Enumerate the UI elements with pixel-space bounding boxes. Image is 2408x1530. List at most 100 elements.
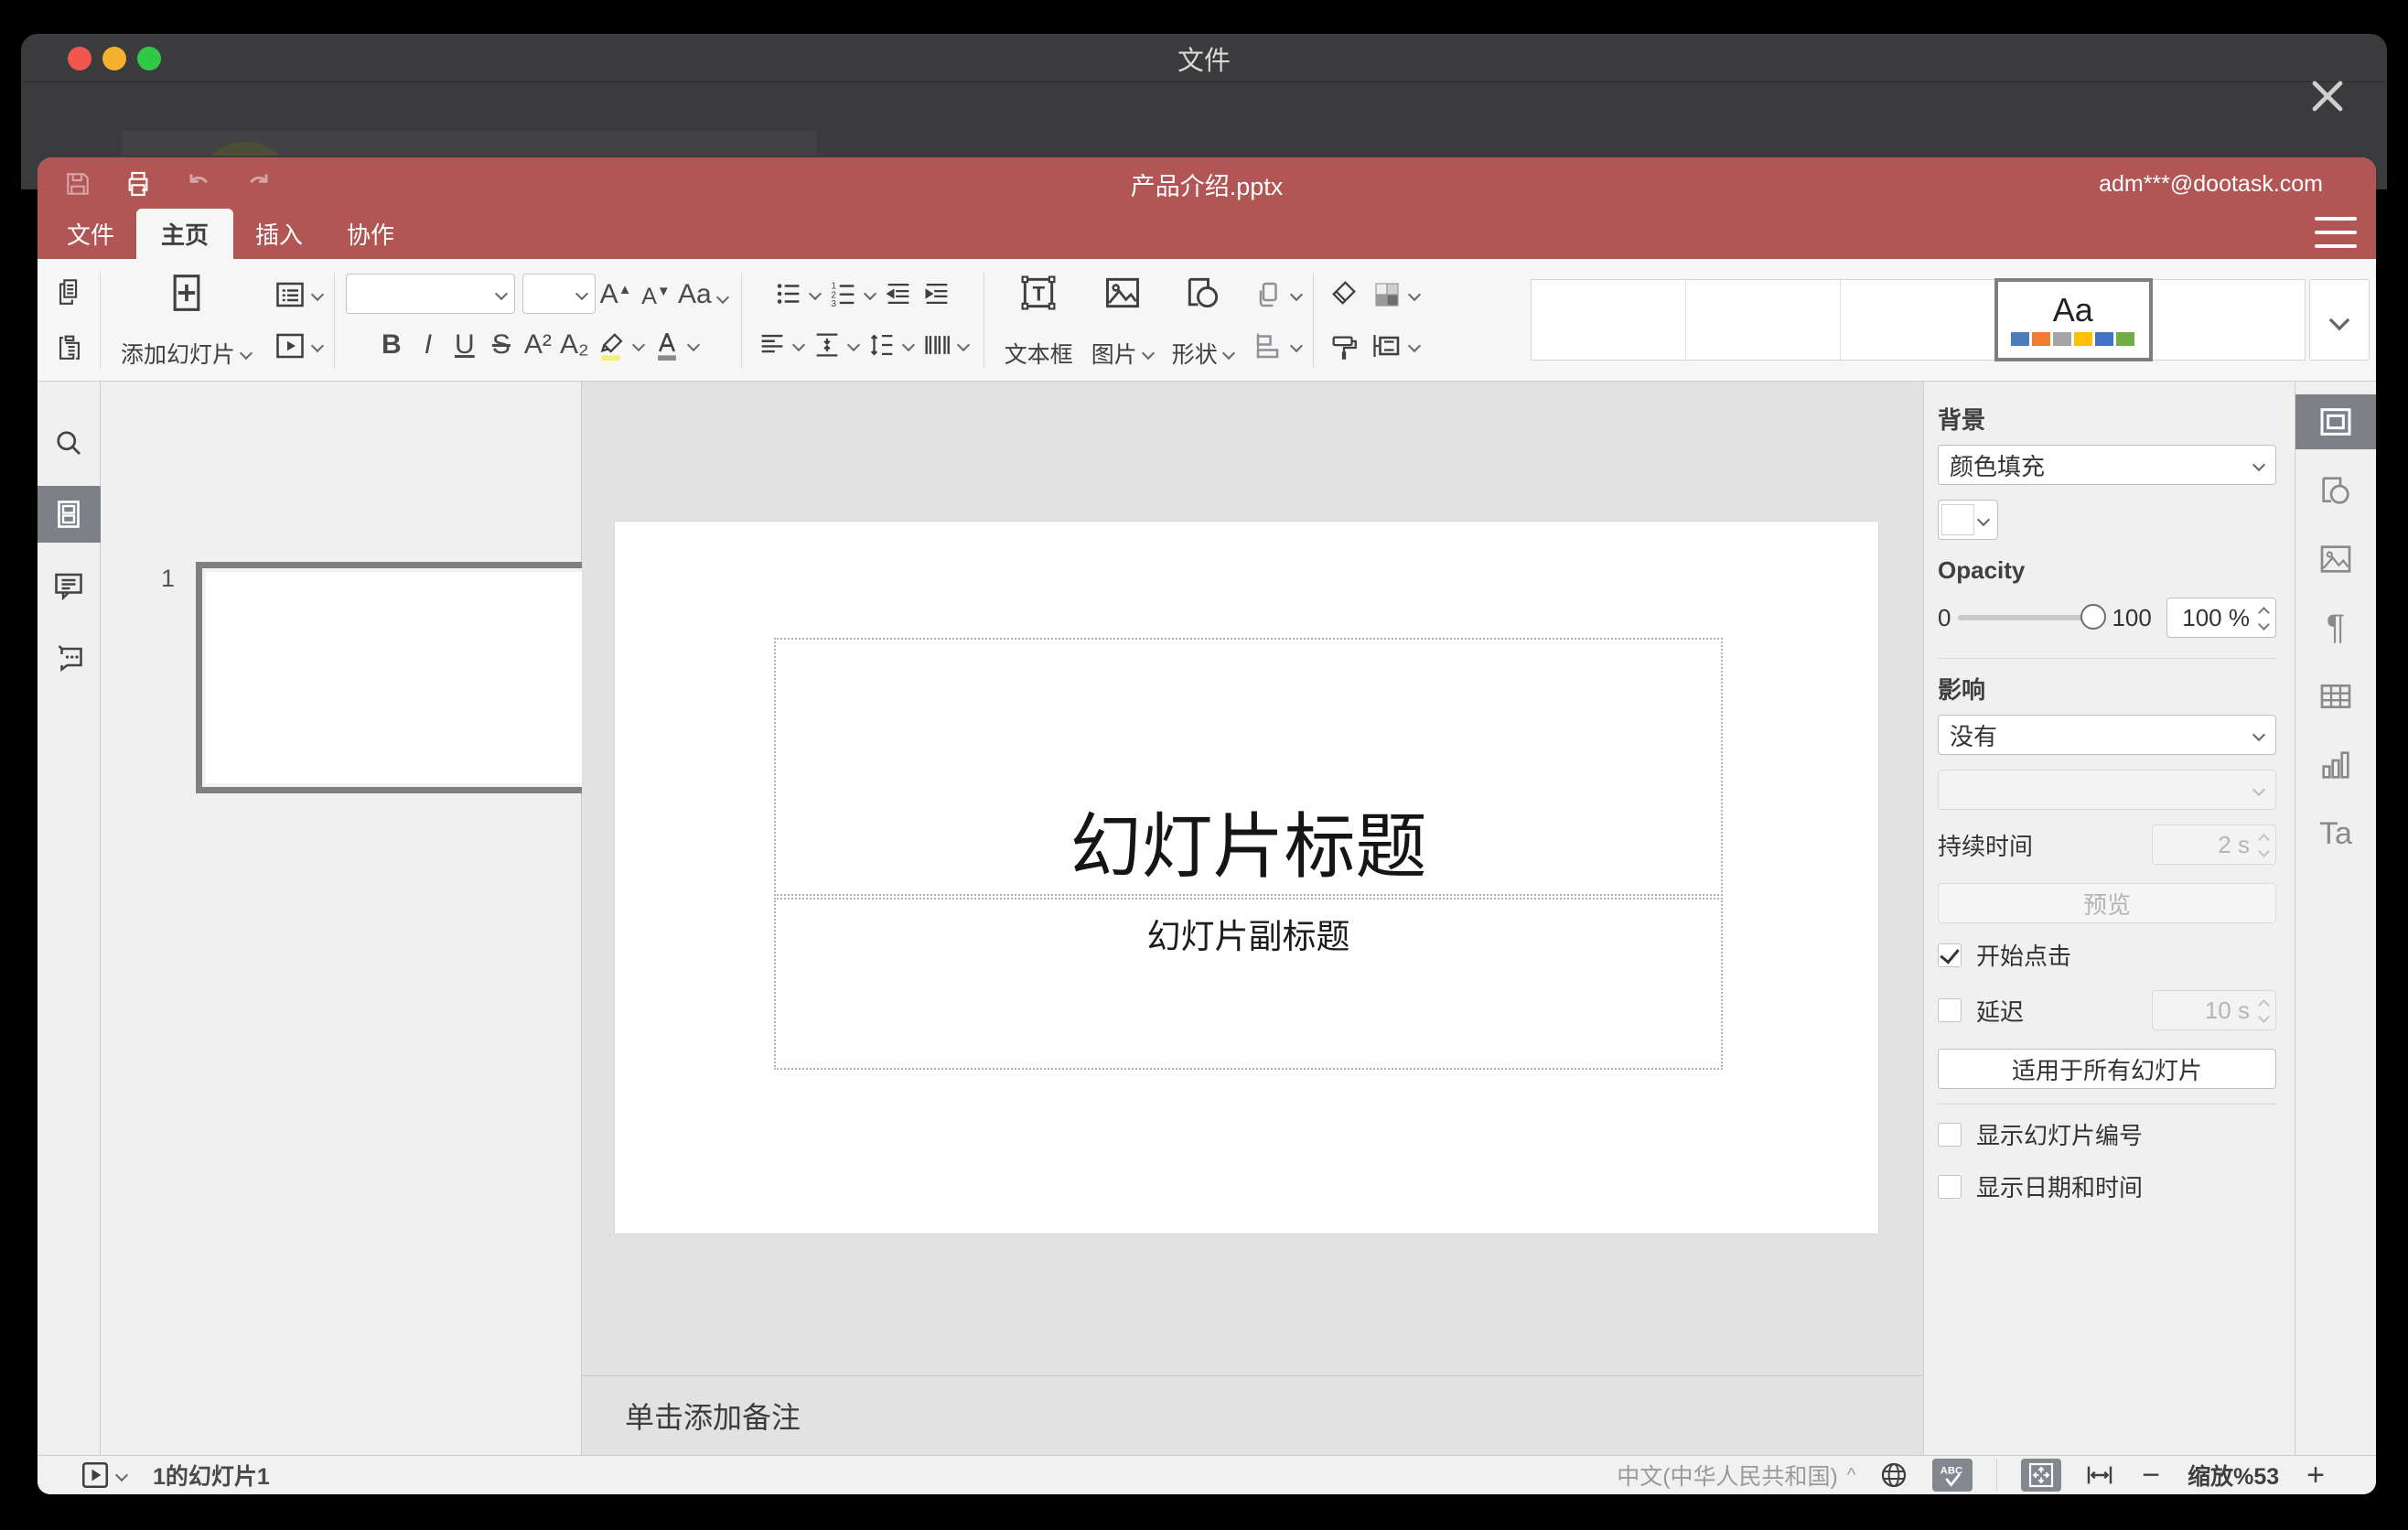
add-slide-button[interactable]: 添加幻灯片 xyxy=(112,269,261,372)
effect-select[interactable]: 没有 xyxy=(1938,715,2276,755)
delay-spinner[interactable]: 10 s xyxy=(2152,990,2276,1030)
decrease-indent-button[interactable] xyxy=(879,272,918,316)
insert-image-button[interactable]: 图片 xyxy=(1082,269,1163,372)
chart-settings-tab[interactable] xyxy=(2295,738,2377,792)
preview-button[interactable]: 预览 xyxy=(1938,883,2276,923)
document-language-button[interactable] xyxy=(1879,1460,1908,1490)
opacity-spinner[interactable]: 100 % xyxy=(2166,598,2276,638)
spinner-up-icon[interactable] xyxy=(2259,998,2268,1007)
underline-button[interactable]: U xyxy=(446,323,483,367)
shape-settings-tab[interactable] xyxy=(2295,463,2377,518)
font-name-combo[interactable] xyxy=(346,274,516,314)
fit-to-slide-button[interactable] xyxy=(2021,1459,2062,1492)
notes-area[interactable]: 单击添加备注 xyxy=(582,1375,1923,1455)
spellcheck-button[interactable]: ABC xyxy=(1932,1459,1973,1492)
spinner-up-icon[interactable] xyxy=(2259,606,2268,615)
italic-button[interactable]: I xyxy=(410,323,446,367)
font-color-icon xyxy=(657,332,676,361)
opacity-slider-thumb[interactable] xyxy=(2080,604,2107,630)
insert-textbox-button[interactable]: T 文本框 xyxy=(995,269,1082,372)
spinner-down-icon[interactable] xyxy=(2259,620,2268,630)
change-case-button[interactable]: Aa xyxy=(676,272,730,316)
arrange-shape-button[interactable] xyxy=(1252,271,1302,318)
columns-button[interactable] xyxy=(918,323,973,367)
horizontal-align-button[interactable] xyxy=(753,323,808,367)
tab-insert[interactable]: 插入 xyxy=(233,209,325,259)
superscript-button[interactable]: A² xyxy=(520,323,556,367)
slide-thumbnail-1[interactable] xyxy=(196,562,609,793)
copy-style-button[interactable] xyxy=(1325,326,1363,370)
font-size-combo[interactable] xyxy=(522,274,597,314)
zoom-in-button[interactable]: + xyxy=(2306,1460,2325,1491)
slides-panel-button[interactable] xyxy=(38,486,101,543)
slide-size-button[interactable] xyxy=(1371,322,1420,370)
delay-checkbox[interactable] xyxy=(1938,998,1962,1022)
title-placeholder[interactable]: 幻灯片标题 xyxy=(774,638,1723,896)
duration-spinner[interactable]: 2 s xyxy=(2152,824,2276,865)
start-slideshow-statusbar-button[interactable] xyxy=(80,1460,127,1491)
theme-option[interactable] xyxy=(2151,280,2305,360)
show-slide-number-checkbox[interactable] xyxy=(1938,1122,1962,1147)
subtitle-placeholder[interactable]: 幻灯片副标题 xyxy=(774,898,1723,1070)
slide-1[interactable]: 幻灯片标题 幻灯片副标题 xyxy=(615,522,1878,1234)
undo-button[interactable] xyxy=(178,164,219,204)
fit-to-width-button[interactable] xyxy=(2085,1460,2114,1490)
increase-indent-button[interactable] xyxy=(918,272,956,316)
numbered-list-button[interactable]: 123 xyxy=(824,272,879,316)
paragraph-settings-tab[interactable]: ¶ xyxy=(2295,600,2377,655)
font-color-button[interactable] xyxy=(648,323,703,367)
print-button[interactable] xyxy=(118,164,158,204)
theme-option[interactable] xyxy=(1686,280,1842,360)
menu-hamburger-icon[interactable] xyxy=(2315,217,2357,248)
start-on-click-checkbox[interactable] xyxy=(1938,943,1962,967)
bullet-list-button[interactable] xyxy=(769,272,824,316)
background-color-picker[interactable] xyxy=(1938,500,1998,540)
shape-fill-button[interactable] xyxy=(1371,271,1420,318)
highlight-color-button[interactable] xyxy=(593,323,648,367)
chat-button[interactable] xyxy=(38,629,101,685)
zoom-out-button[interactable]: − xyxy=(2142,1460,2160,1491)
slide-layout-button[interactable] xyxy=(274,271,323,318)
subscript-button[interactable]: A₂ xyxy=(556,323,593,367)
table-settings-tab[interactable] xyxy=(2295,669,2377,724)
comments-button[interactable] xyxy=(38,557,101,614)
textart-settings-tab[interactable]: Ta xyxy=(2295,806,2377,861)
image-settings-tab[interactable] xyxy=(2295,532,2377,587)
clipboard-group xyxy=(50,268,89,371)
save-button[interactable] xyxy=(58,164,98,204)
effect-variant-select[interactable] xyxy=(1938,770,2276,810)
language-selector[interactable]: 中文(中华人民共和国) ^ xyxy=(1617,1459,1855,1492)
vertical-align-button[interactable] xyxy=(808,323,863,367)
show-date-time-checkbox[interactable] xyxy=(1938,1174,1962,1199)
tab-home[interactable]: 主页 xyxy=(136,209,234,259)
tab-file[interactable]: 文件 xyxy=(45,209,136,259)
theme-gallery-expand-button[interactable] xyxy=(2309,279,2370,361)
decrease-font-button[interactable]: A ▼ xyxy=(636,272,676,316)
spinner-down-icon[interactable] xyxy=(2259,847,2268,857)
copy-button[interactable] xyxy=(50,270,89,314)
apply-to-all-slides-button[interactable]: 适用于所有幻灯片 xyxy=(1938,1049,2276,1089)
slide-settings-tab[interactable] xyxy=(2295,394,2376,449)
chevron-down-icon xyxy=(793,339,804,350)
redo-button[interactable] xyxy=(239,164,279,204)
close-icon[interactable] xyxy=(2306,74,2349,118)
theme-option-selected[interactable]: Aa xyxy=(1994,278,2153,361)
align-shape-button[interactable] xyxy=(1252,322,1302,370)
start-slideshow-button[interactable] xyxy=(274,322,323,370)
insert-shape-button[interactable]: 形状 xyxy=(1163,269,1243,372)
spinner-down-icon[interactable] xyxy=(2259,1013,2268,1022)
bold-button[interactable]: B xyxy=(373,323,410,367)
select-tool-button[interactable] xyxy=(1325,271,1363,315)
line-spacing-button[interactable] xyxy=(863,323,918,367)
theme-option[interactable] xyxy=(1841,280,1996,360)
spinner-up-icon[interactable] xyxy=(2259,833,2268,842)
strikethrough-button[interactable]: S xyxy=(483,323,520,367)
search-button[interactable] xyxy=(38,415,101,471)
opacity-slider[interactable] xyxy=(1958,604,2107,630)
paste-button[interactable] xyxy=(50,325,89,369)
fill-type-select[interactable]: 颜色填充 xyxy=(1938,445,2276,485)
increase-font-button[interactable]: A ▲ xyxy=(596,272,636,316)
chevron-down-icon xyxy=(810,288,821,299)
theme-option[interactable] xyxy=(1532,280,1687,360)
tab-collaboration[interactable]: 协作 xyxy=(325,209,416,259)
